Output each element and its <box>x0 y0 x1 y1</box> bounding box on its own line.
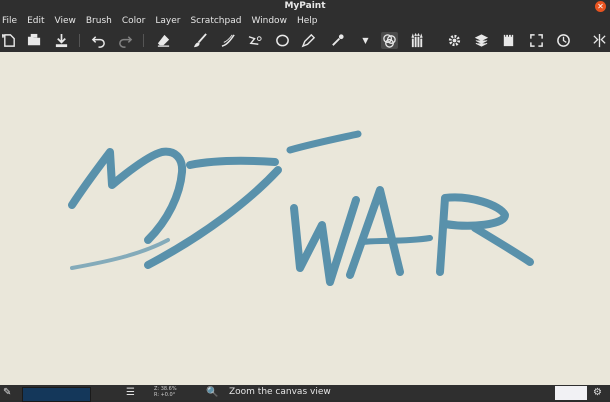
menu-brush[interactable]: Brush <box>81 13 117 29</box>
dropdown-arrow-icon[interactable]: ▼ <box>357 32 374 49</box>
drawing-canvas[interactable] <box>0 52 610 385</box>
save-download-icon[interactable] <box>53 32 70 49</box>
close-window-button[interactable]: ✕ <box>595 1 606 12</box>
canvas-preview-thumbnail[interactable] <box>555 386 587 400</box>
menu-layer[interactable]: Layer <box>150 13 185 29</box>
toolbar-separator <box>79 34 80 47</box>
brush-icon[interactable] <box>192 32 209 49</box>
scratchpad-icon[interactable] <box>500 32 517 49</box>
brush-settings-icon[interactable]: ☰ <box>126 385 135 400</box>
settings-gear-icon[interactable] <box>446 32 463 49</box>
title-bar: MyPaint ✕ <box>0 0 610 13</box>
new-document-icon[interactable] <box>1 32 18 49</box>
undo-icon[interactable] <box>90 32 107 49</box>
status-bar: ✎ ☰ Z: 38.6% R: +0.0° 🔍 Zoom the canvas … <box>0 385 610 402</box>
brush-icon[interactable]: ✎ <box>3 385 11 400</box>
pen-inking-icon[interactable] <box>300 32 317 49</box>
symmetry-icon[interactable]: ⚙ <box>593 385 602 400</box>
menu-scratchpad[interactable]: Scratchpad <box>185 13 246 29</box>
window-title: MyPaint <box>284 1 326 11</box>
layers-icon[interactable] <box>473 32 490 49</box>
menu-view[interactable]: View <box>50 13 81 29</box>
status-message: Zoom the canvas view <box>229 387 331 397</box>
menu-color[interactable]: Color <box>117 13 151 29</box>
curve-icon[interactable] <box>220 32 237 49</box>
toolbar-separator <box>143 34 144 47</box>
history-clock-icon[interactable] <box>555 32 572 49</box>
connected-lines-icon[interactable] <box>247 32 264 49</box>
rotation-level: R: +0.0° <box>154 392 176 398</box>
redo-icon[interactable] <box>117 32 134 49</box>
brush-set-icon[interactable] <box>409 32 426 49</box>
zoom-rotation-readout: Z: 38.6% R: +0.0° <box>154 386 177 398</box>
zoom-magnifier-icon[interactable]: 🔍 <box>206 385 218 400</box>
menu-edit[interactable]: Edit <box>22 13 49 29</box>
canvas-artwork <box>68 130 534 286</box>
menu-window[interactable]: Window <box>246 13 292 29</box>
main-toolbar: ▼ <box>0 29 610 53</box>
ellipse-icon[interactable] <box>274 32 291 49</box>
color-picker-icon[interactable] <box>329 32 346 49</box>
menu-help[interactable]: Help <box>292 13 323 29</box>
symmetry-icon[interactable] <box>591 32 608 49</box>
eraser-icon[interactable] <box>155 32 172 49</box>
menu-bar: File Edit View Brush Color Layer Scratch… <box>0 13 610 29</box>
menu-file[interactable]: File <box>0 13 22 29</box>
fullscreen-icon[interactable] <box>528 32 545 49</box>
open-folder-icon[interactable] <box>26 32 43 49</box>
color-palette-icon[interactable] <box>381 32 398 49</box>
